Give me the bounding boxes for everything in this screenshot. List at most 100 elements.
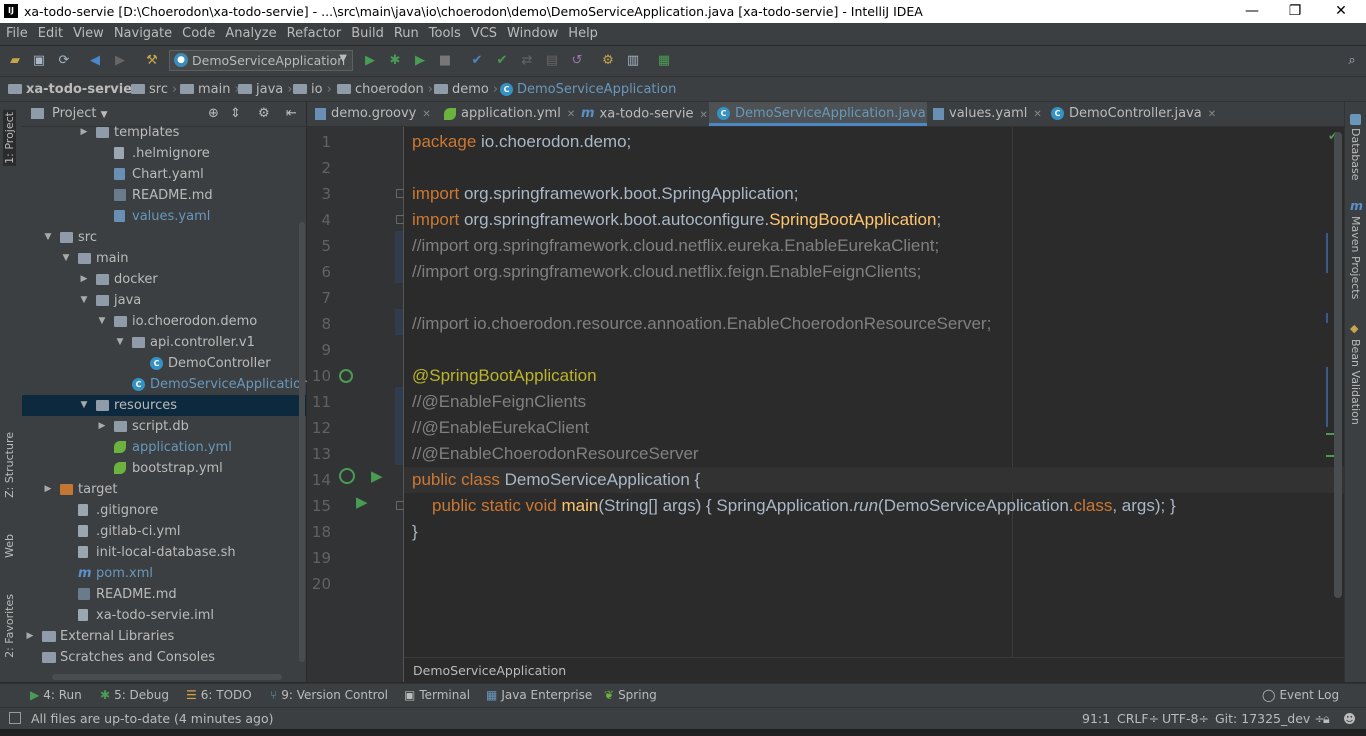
- locate-icon[interactable]: ⊕: [208, 106, 219, 121]
- project-horizontal-scrollbar[interactable]: [52, 674, 282, 680]
- breadcrumb-item[interactable]: java ›: [238, 81, 296, 97]
- project-panel-title[interactable]: Project ▼: [52, 106, 108, 121]
- editor-footer-label[interactable]: DemoServiceApplication: [413, 663, 566, 678]
- breadcrumb-item[interactable]: src ›: [131, 81, 181, 97]
- project-structure-icon[interactable]: ▥: [624, 52, 642, 70]
- chevron-right-icon[interactable]: ▶: [96, 416, 108, 437]
- tab-demo-groovy[interactable]: demo.groovy ✕: [315, 102, 431, 126]
- tree-item[interactable]: ▼ api.controller.v1: [22, 332, 306, 353]
- breadcrumb-item[interactable]: choerodon ›: [337, 81, 437, 97]
- close-tab-icon[interactable]: ✕: [1208, 109, 1216, 120]
- tree-item[interactable]: ▶ script.db: [22, 416, 306, 437]
- tool-tab-maven[interactable]: Maven Projects: [1349, 216, 1362, 299]
- tool-debug[interactable]: ✱ 5: Debug: [100, 688, 169, 702]
- tool-tab-favorites[interactable]: 2: Favorites: [3, 594, 16, 658]
- vcs-update-icon[interactable]: ✔: [468, 52, 486, 70]
- tree-item[interactable]: .gitlab-ci.yml: [22, 521, 306, 542]
- chevron-right-icon[interactable]: ▶: [24, 626, 36, 647]
- tree-item[interactable]: values.yaml: [22, 206, 306, 227]
- chevron-down-icon[interactable]: ▼: [78, 395, 90, 416]
- line-separator[interactable]: CRLF÷: [1117, 711, 1159, 726]
- vcs-compare-icon[interactable]: ⇄: [518, 52, 536, 70]
- menu-build[interactable]: Build: [347, 23, 388, 45]
- tab-demo-controller[interactable]: C DemoController.java ✕: [1051, 102, 1216, 126]
- lock-icon[interactable]: 🔒︎: [1323, 711, 1330, 727]
- tool-tab-bean-validation[interactable]: Bean Validation: [1349, 339, 1362, 425]
- forward-icon[interactable]: ▶: [111, 52, 129, 70]
- run-class-gutter-icon[interactable]: ▶: [371, 467, 383, 485]
- menu-view[interactable]: View: [69, 23, 108, 45]
- coverage-icon[interactable]: ▶: [411, 52, 429, 70]
- tree-item[interactable]: Scratches and Consoles: [22, 647, 306, 668]
- chevron-down-icon[interactable]: ▼: [96, 311, 108, 332]
- tool-run[interactable]: ▶ 4: Run: [30, 688, 82, 702]
- chevron-down-icon[interactable]: ▼: [78, 290, 90, 311]
- minimize-button[interactable]: —: [1240, 2, 1264, 20]
- menu-analyze[interactable]: Analyze: [221, 23, 280, 45]
- menu-tools[interactable]: Tools: [425, 23, 465, 45]
- spring-bean-gutter-icon[interactable]: [339, 369, 353, 383]
- toggle-tool-windows-icon[interactable]: [9, 712, 21, 724]
- file-encoding[interactable]: UTF-8÷: [1162, 711, 1209, 726]
- close-tab-icon[interactable]: ✕: [567, 109, 575, 120]
- git-branch[interactable]: Git: 17325_dev ÷: [1215, 711, 1325, 726]
- chevron-right-icon[interactable]: ▶: [78, 122, 90, 143]
- menu-code[interactable]: Code: [178, 23, 219, 45]
- tree-item[interactable]: README.md: [22, 185, 306, 206]
- spring-app-gutter-icon[interactable]: [339, 468, 355, 484]
- tab-values-yaml[interactable]: values.yaml ✕: [933, 102, 1042, 126]
- tasks-icon[interactable]: ▦: [655, 52, 673, 70]
- back-icon[interactable]: ◀: [86, 52, 104, 70]
- project-scrollbar[interactable]: [299, 222, 305, 662]
- tool-todo[interactable]: ☰ 6: TODO: [186, 688, 252, 702]
- collapse-all-icon[interactable]: ⇕: [230, 106, 241, 121]
- editor-scrollbar[interactable]: [1334, 132, 1342, 598]
- code-editor[interactable]: package io.choerodon.demo; import org.sp…: [404, 127, 1344, 657]
- close-button[interactable]: ✕: [1329, 2, 1353, 20]
- tool-version-control[interactable]: ⑂ 9: Version Control: [270, 688, 388, 702]
- save-all-icon[interactable]: ▣: [30, 52, 48, 70]
- breadcrumb-item[interactable]: io ›: [293, 81, 336, 97]
- run-configuration-select[interactable]: ● DemoServiceApplication ▼: [169, 50, 353, 71]
- menu-run[interactable]: Run: [390, 23, 423, 45]
- tab-pom[interactable]: m xa-todo-servie ✕: [581, 102, 708, 126]
- close-tab-icon[interactable]: ✕: [1033, 109, 1041, 120]
- tree-item[interactable]: application.yml: [22, 437, 306, 458]
- tree-item[interactable]: ▼ main: [22, 248, 306, 269]
- tool-terminal[interactable]: ▣ Terminal: [404, 688, 470, 702]
- tree-item[interactable]: xa-todo-servie.iml: [22, 605, 306, 626]
- tool-tab-structure[interactable]: Z: Structure: [3, 432, 16, 498]
- tree-item[interactable]: ▶ docker: [22, 269, 306, 290]
- tree-item[interactable]: .helmignore: [22, 143, 306, 164]
- tree-item[interactable]: ▼ src: [22, 227, 306, 248]
- tree-item[interactable]: ▼ java: [22, 290, 306, 311]
- breadcrumb-item[interactable]: xa-todo-servie›: [8, 81, 145, 97]
- chevron-right-icon[interactable]: ▶: [78, 269, 90, 290]
- chevron-down-icon[interactable]: ▼: [114, 332, 126, 353]
- gear-icon[interactable]: ⚙: [258, 106, 270, 121]
- menu-window[interactable]: Window: [503, 23, 562, 45]
- tool-spring[interactable]: ❦ Spring: [604, 688, 657, 702]
- chevron-down-icon[interactable]: ▼: [42, 227, 54, 248]
- menu-file[interactable]: File: [2, 23, 32, 45]
- vcs-commit-icon[interactable]: ✔: [493, 52, 511, 70]
- close-tab-icon[interactable]: ✕: [422, 109, 430, 120]
- settings-wrench-icon[interactable]: ⚙: [599, 52, 617, 70]
- tree-item[interactable]: .gitignore: [22, 500, 306, 521]
- tab-demo-service-application[interactable]: CDemoServiceApplication.java✕: [709, 102, 940, 126]
- tool-event-log[interactable]: ◯ Event Log: [1262, 688, 1339, 702]
- tree-item[interactable]: m pom.xml: [22, 563, 306, 584]
- maximize-button[interactable]: ❐: [1283, 2, 1307, 20]
- breadcrumb-item[interactable]: demo ›: [434, 81, 502, 97]
- sync-icon[interactable]: ⟳: [55, 52, 73, 70]
- menu-navigate[interactable]: Navigate: [110, 23, 176, 45]
- tree-item[interactable]: ▼ resources: [22, 395, 306, 416]
- inspector-icon[interactable]: ☻: [1343, 711, 1356, 726]
- debug-icon[interactable]: ✱: [386, 52, 404, 70]
- search-everywhere-icon[interactable]: ⌕: [1343, 52, 1361, 70]
- vcs-history-icon[interactable]: ▤: [543, 52, 561, 70]
- open-folder-icon[interactable]: ▰: [6, 52, 24, 70]
- tool-tab-database[interactable]: Database: [1349, 128, 1362, 181]
- tree-item[interactable]: init-local-database.sh: [22, 542, 306, 563]
- tree-item[interactable]: ▼ io.choerodon.demo: [22, 311, 306, 332]
